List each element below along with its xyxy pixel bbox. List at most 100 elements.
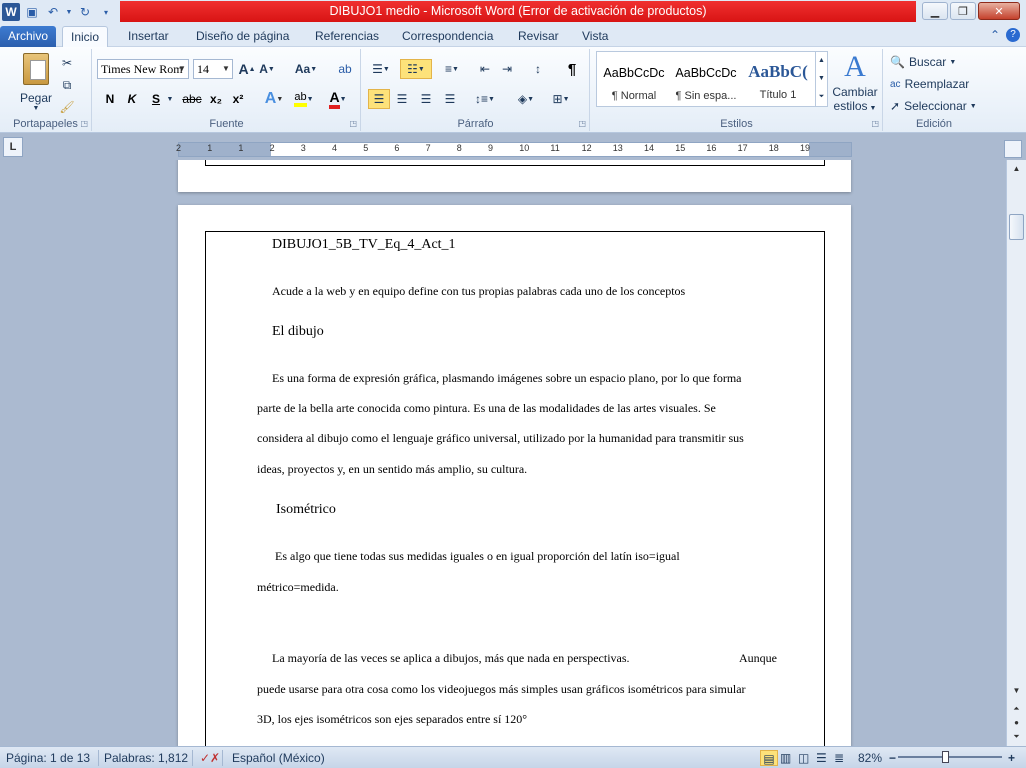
align-center-icon[interactable]: ☰: [392, 89, 412, 109]
scroll-up-icon[interactable]: ▲: [1009, 162, 1024, 176]
undo-icon[interactable]: ↶: [44, 3, 62, 21]
tab-inicio[interactable]: Inicio: [62, 26, 109, 47]
change-case-icon[interactable]: Aa ▼: [293, 59, 319, 79]
superscript-button[interactable]: x²: [229, 89, 247, 109]
tab-correspondencia[interactable]: Correspondencia: [394, 26, 501, 47]
justify-icon[interactable]: ☰: [440, 89, 460, 109]
styles-launcher-icon[interactable]: ◳: [871, 119, 879, 128]
paragraph-launcher-icon[interactable]: ◳: [578, 119, 586, 128]
help-icon[interactable]: ?: [1006, 28, 1020, 42]
minimize-button[interactable]: ▁: [922, 2, 948, 20]
previous-page-icon[interactable]: ⏶: [1009, 702, 1024, 716]
zoom-out-icon[interactable]: −: [889, 750, 896, 766]
zoom-level[interactable]: 82%: [858, 750, 882, 766]
line-spacing-icon[interactable]: ↕≡ ▼: [472, 89, 498, 109]
decrease-indent-icon[interactable]: ⇤: [476, 59, 494, 79]
clipboard-launcher-icon[interactable]: ◳: [80, 119, 88, 128]
tab-revisar[interactable]: Revisar: [510, 26, 567, 47]
language-indicator[interactable]: Español (México): [232, 750, 325, 766]
horizontal-ruler[interactable]: 2 1 1 2 3 4 5 6 7 8 9 10 11 12 13 14 15 16 17 18 19: [176, 142, 852, 157]
replace-button[interactable]: ac Reemplazar: [890, 74, 969, 94]
align-right-icon[interactable]: ☰: [416, 89, 436, 109]
quick-access-toolbar: W ▣ ↶ ▼ ↻ ▾: [2, 2, 115, 22]
next-page-icon[interactable]: ⏷: [1009, 730, 1024, 744]
subscript-button[interactable]: x₂: [207, 89, 225, 109]
tab-referencias[interactable]: Referencias: [307, 26, 387, 47]
font-name-field[interactable]: Times New Rom ▼: [97, 59, 189, 79]
ruler-number: 18: [768, 143, 779, 153]
outline-icon[interactable]: ☰: [816, 750, 827, 766]
style-normal[interactable]: AaBbCcDc ¶ Normal: [599, 56, 669, 104]
shading-icon[interactable]: ◈ ▼: [512, 89, 540, 109]
italic-button[interactable]: K: [123, 89, 141, 109]
font-launcher-icon[interactable]: ◳: [349, 119, 357, 128]
page-count[interactable]: Página: 1 de 13: [6, 750, 90, 766]
tab-vista[interactable]: Vista: [574, 26, 616, 47]
zoom-slider[interactable]: [898, 756, 1002, 758]
borders-icon[interactable]: ⊞ ▼: [548, 89, 574, 109]
ruler-number: 16: [706, 143, 717, 153]
paragraph-line: Aunque: [739, 651, 777, 665]
bullets-icon[interactable]: ☰ ▼: [368, 59, 394, 79]
sort-icon[interactable]: ↕: [528, 59, 548, 79]
tab-archivo[interactable]: Archivo: [0, 26, 56, 47]
paste-button[interactable]: Pegar ▼: [16, 53, 56, 112]
select-button[interactable]: ➚ Seleccionar ▼: [890, 96, 977, 116]
print-layout-icon[interactable]: ▤: [760, 750, 778, 766]
show-marks-icon[interactable]: ¶: [562, 59, 582, 79]
find-button[interactable]: 🔍 Buscar ▼: [890, 52, 956, 72]
copy-icon[interactable]: ⧉: [58, 75, 76, 95]
font-size-field[interactable]: 14 ▼: [193, 59, 233, 79]
style-heading-1[interactable]: AaBbC( Título 1: [743, 56, 813, 104]
proofing-icon[interactable]: ✓✗: [200, 750, 220, 766]
multilevel-list-icon[interactable]: ≡ ▼: [438, 59, 466, 79]
font-color-icon[interactable]: A ▼: [325, 89, 351, 109]
tab-diseno[interactable]: Diseño de página: [188, 26, 297, 47]
ruler-number: 2: [269, 143, 275, 153]
browse-object-icon[interactable]: ●: [1009, 716, 1024, 730]
zoom-slider-thumb[interactable]: [942, 751, 949, 763]
paragraph-line: 3D, los ejes isométricos son ejes separa…: [257, 712, 528, 726]
change-styles-button[interactable]: A Cambiar estilos ▼: [832, 51, 878, 114]
bold-button[interactable]: N: [101, 89, 119, 109]
zoom-in-icon[interactable]: +: [1008, 750, 1015, 766]
style-no-spacing[interactable]: AaBbCcDc ¶ Sin espa...: [671, 56, 741, 104]
redo-icon[interactable]: ↻: [76, 3, 94, 21]
document-area[interactable]: DIBUJO1_5B_TV_Eq_4_Act_1 Acude a la web …: [0, 160, 1006, 746]
clipboard-group: Pegar ▼ ✂ ⧉ 🖌 Portapapeles ◳: [0, 49, 92, 131]
cut-icon[interactable]: ✂: [58, 53, 76, 73]
vertical-scrollbar[interactable]: ▲ ▼ ⏶ ● ⏷: [1006, 160, 1026, 746]
save-icon[interactable]: ▣: [23, 3, 41, 21]
ruler-number: 14: [644, 143, 655, 153]
strikethrough-button[interactable]: abc: [181, 89, 203, 109]
ruler-area: L 2 1 1 2 3 4 5 6 7 8 9 10 11 12 13 14 15 16 17 18 19: [0, 134, 1026, 160]
draft-icon[interactable]: ≣: [834, 750, 844, 766]
restore-button[interactable]: ❐: [950, 2, 976, 20]
underline-button[interactable]: S: [147, 89, 165, 109]
clear-formatting-icon[interactable]: ab: [335, 59, 355, 79]
underline-dropdown-icon[interactable]: ▼: [165, 89, 175, 109]
customize-qat-icon[interactable]: ▾: [97, 3, 115, 21]
undo-dropdown-icon[interactable]: ▼: [65, 3, 73, 21]
tab-insertar[interactable]: Insertar: [120, 26, 177, 47]
highlight-icon[interactable]: ab ▼: [291, 89, 317, 109]
grow-font-icon[interactable]: A ▲: [238, 59, 255, 79]
text-effects-icon[interactable]: A ▼: [261, 89, 287, 109]
tab-selector[interactable]: L: [3, 137, 23, 157]
format-painter-icon[interactable]: 🖌: [58, 97, 76, 117]
scrollbar-thumb[interactable]: [1009, 214, 1024, 240]
word-count[interactable]: Palabras: 1,812: [104, 750, 188, 766]
view-ruler-icon[interactable]: [1004, 140, 1022, 158]
styles-scroll[interactable]: ▲ ▼ ⏷: [815, 52, 827, 106]
numbering-icon[interactable]: ☷ ▼: [400, 59, 432, 79]
shrink-font-icon[interactable]: A ▼: [259, 59, 275, 79]
increase-indent-icon[interactable]: ⇥: [498, 59, 516, 79]
align-left-icon[interactable]: ☰: [368, 89, 390, 109]
minimize-ribbon-icon[interactable]: ⌃: [990, 28, 1000, 42]
web-layout-icon[interactable]: ◫: [798, 750, 809, 766]
scroll-down-icon[interactable]: ▼: [1009, 684, 1024, 698]
word-logo-icon[interactable]: W: [2, 3, 20, 21]
document-page[interactable]: DIBUJO1_5B_TV_Eq_4_Act_1 Acude a la web …: [178, 205, 851, 746]
close-button[interactable]: ✕: [978, 2, 1020, 20]
full-screen-reading-icon[interactable]: ▥: [780, 750, 791, 766]
